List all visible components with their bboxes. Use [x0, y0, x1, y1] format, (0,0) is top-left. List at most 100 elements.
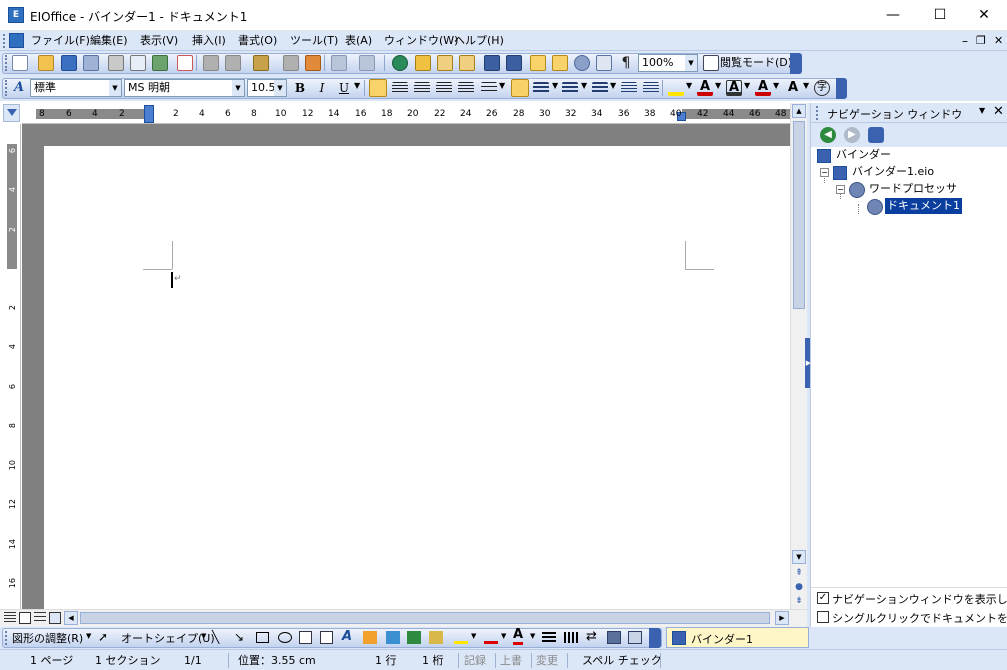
- chart-icon[interactable]: [429, 631, 443, 644]
- increase-indent-icon[interactable]: [643, 82, 659, 94]
- font-color-icon[interactable]: A: [513, 628, 524, 645]
- menu-file[interactable]: ファイル(F): [29, 33, 92, 49]
- chevron-down-icon[interactable]: ▼: [744, 81, 750, 90]
- menu-edit[interactable]: 編集(E): [88, 33, 130, 49]
- print-icon[interactable]: [108, 55, 124, 71]
- line-icon[interactable]: ╲: [212, 630, 219, 644]
- fill-color-icon[interactable]: [454, 631, 468, 644]
- binder-tab[interactable]: バインダー1: [666, 627, 809, 648]
- highlight-icon[interactable]: [668, 80, 684, 96]
- chevron-down-icon[interactable]: ▼: [581, 81, 587, 90]
- chevron-down-icon[interactable]: ▼: [201, 632, 206, 640]
- collapse-icon[interactable]: −: [820, 168, 829, 177]
- drawing-icon[interactable]: [530, 55, 546, 71]
- dash-style-icon[interactable]: [564, 632, 578, 643]
- chevron-down-icon[interactable]: ▼: [530, 632, 535, 640]
- indent-marker[interactable]: [144, 105, 154, 123]
- paste-icon[interactable]: [253, 55, 269, 71]
- doc-restore-button[interactable]: ❐: [974, 33, 988, 49]
- chevron-down-icon[interactable]: ▼: [552, 81, 558, 90]
- zoom-select[interactable]: 100% ▼: [638, 54, 698, 72]
- scroll-thumb[interactable]: [793, 121, 805, 309]
- line-spacing-icon[interactable]: [481, 82, 497, 94]
- show-formatting-icon[interactable]: ¶: [618, 55, 634, 71]
- chevron-down-icon[interactable]: ▼: [610, 81, 616, 90]
- menu-insert[interactable]: 挿入(I): [190, 33, 228, 49]
- normal-view-icon[interactable]: [4, 612, 16, 624]
- page-view-icon[interactable]: [19, 612, 31, 624]
- tree-node-word-processor[interactable]: ワードプロセッサ: [869, 181, 957, 197]
- horizontal-scrollbar[interactable]: ◀ ▶: [0, 609, 807, 627]
- previous-page-icon[interactable]: ⇞: [792, 568, 806, 580]
- document-page[interactable]: ↵: [44, 146, 790, 609]
- toolbar-overflow-icon[interactable]: [790, 53, 802, 74]
- toolbar-grip[interactable]: [5, 55, 8, 71]
- maximize-button[interactable]: ☐: [917, 0, 963, 30]
- bullets-icon[interactable]: [562, 82, 578, 94]
- status-overwrite[interactable]: 上書: [500, 653, 522, 669]
- close-button[interactable]: ✕: [961, 0, 1007, 30]
- bold-button[interactable]: B: [291, 79, 309, 97]
- italic-button[interactable]: I: [313, 79, 331, 97]
- align-left-icon[interactable]: [392, 82, 408, 94]
- align-right-icon[interactable]: [436, 82, 452, 94]
- undo-icon[interactable]: [331, 55, 347, 71]
- enclosed-char-icon[interactable]: 字: [814, 80, 830, 96]
- toolbar-grip[interactable]: [5, 80, 8, 96]
- columns-icon[interactable]: [484, 55, 500, 71]
- export-icon[interactable]: [152, 55, 168, 71]
- chevron-down-icon[interactable]: ▼: [773, 81, 779, 90]
- close-pane-button[interactable]: ✕: [993, 104, 1004, 119]
- arrow-style-icon[interactable]: ⇄: [586, 629, 597, 644]
- insert-note-icon[interactable]: [415, 55, 431, 71]
- toolbar-overflow-icon[interactable]: [836, 78, 847, 99]
- navigation-pane-icon[interactable]: [552, 55, 568, 71]
- shadow-style-icon[interactable]: [607, 631, 621, 644]
- chevron-down-icon[interactable]: ▼: [803, 81, 809, 90]
- scroll-thumb[interactable]: [80, 612, 770, 624]
- 3d-style-icon[interactable]: [628, 631, 642, 644]
- keep-pane-checkbox[interactable]: ✓: [817, 592, 829, 604]
- chevron-down-icon[interactable]: ▼: [499, 81, 505, 90]
- new-document-icon[interactable]: [12, 55, 28, 71]
- chevron-down-icon[interactable]: ▼: [86, 632, 91, 640]
- settings-icon[interactable]: [574, 55, 590, 71]
- scroll-left-button[interactable]: ◀: [64, 611, 78, 625]
- menu-help[interactable]: ヘルプ(H): [452, 33, 506, 49]
- status-record[interactable]: 記録: [464, 653, 486, 669]
- font-select[interactable]: MS 明朝 ▼: [124, 79, 245, 97]
- line-color-icon[interactable]: [484, 631, 498, 644]
- status-spell-check[interactable]: スペル チェック: [582, 653, 662, 669]
- browse-object-icon[interactable]: ●: [792, 582, 806, 594]
- chevron-down-icon[interactable]: ▼: [109, 80, 121, 96]
- chevron-down-icon[interactable]: ▼: [715, 81, 721, 90]
- cut-icon[interactable]: [203, 55, 219, 71]
- tree-node-document[interactable]: ドキュメント1: [885, 198, 962, 214]
- scroll-up-button[interactable]: ▲: [792, 104, 806, 118]
- doc-close-button[interactable]: ✕: [992, 33, 1005, 49]
- chevron-down-icon[interactable]: ▼: [471, 632, 476, 640]
- chevron-down-icon[interactable]: ▼: [686, 81, 692, 90]
- adjust-shapes-menu[interactable]: 図形の調整(R): [12, 630, 83, 646]
- char-scale-icon[interactable]: A: [785, 80, 801, 96]
- scroll-right-button[interactable]: ▶: [775, 611, 789, 625]
- menu-window[interactable]: ウィンドウ(W): [382, 33, 460, 49]
- numbering-icon[interactable]: [533, 82, 549, 94]
- single-click-checkbox[interactable]: [817, 611, 829, 623]
- next-page-icon[interactable]: ⇟: [792, 596, 806, 608]
- menu-format[interactable]: 書式(O): [236, 33, 279, 49]
- clip-art-icon[interactable]: [386, 631, 400, 644]
- open-folder-icon[interactable]: [38, 55, 54, 71]
- zoom-icon[interactable]: [596, 55, 612, 71]
- forward-icon[interactable]: ▶: [844, 127, 860, 143]
- align-center-icon[interactable]: [414, 82, 430, 94]
- toolbar-grip[interactable]: [5, 631, 8, 645]
- hyperlink-icon[interactable]: [392, 55, 408, 71]
- document-icon[interactable]: [9, 33, 24, 48]
- menu-view[interactable]: 表示(V): [138, 33, 180, 49]
- diagram-icon[interactable]: [363, 631, 377, 644]
- vertical-text-box-icon[interactable]: [320, 631, 333, 644]
- save-icon[interactable]: [61, 55, 77, 71]
- underline-button[interactable]: U: [335, 79, 353, 97]
- save-all-icon[interactable]: [83, 55, 99, 71]
